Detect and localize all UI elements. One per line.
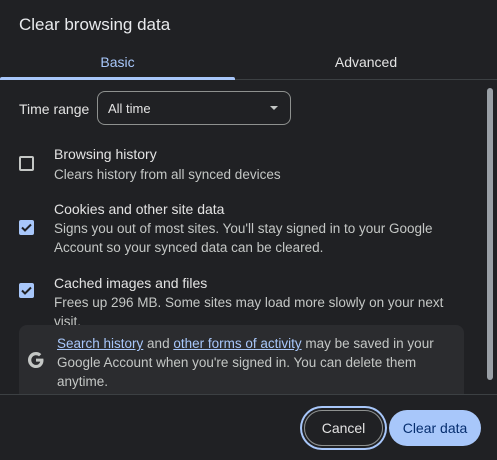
option-title: Browsing history xyxy=(54,146,157,162)
option-description: Signs you out of most sites. You'll stay… xyxy=(54,221,433,255)
tab-selected-indicator xyxy=(0,77,235,80)
info-and: and xyxy=(143,336,174,351)
checkmark-icon xyxy=(21,286,32,295)
cookies-checkbox[interactable] xyxy=(19,220,34,235)
tab-advanced[interactable]: Advanced xyxy=(235,44,497,80)
option-title: Cookies and other site data xyxy=(54,201,225,217)
time-range-select[interactable]: All time xyxy=(97,91,291,125)
dialog-footer: Cancel Clear data xyxy=(0,394,497,460)
clear-data-button[interactable]: Clear data xyxy=(389,410,481,446)
google-g-icon xyxy=(28,352,44,368)
dialog-title: Clear browsing data xyxy=(19,15,171,34)
tab-bar: Basic Advanced xyxy=(0,44,497,80)
tab-basic[interactable]: Basic xyxy=(0,44,235,80)
time-range-label: Time range xyxy=(19,101,90,117)
dialog-content: Time range All time Browsing history Cle… xyxy=(0,81,484,394)
info-text: Search history and other forms of activi… xyxy=(57,334,457,391)
scrollbar-thumb[interactable] xyxy=(487,88,493,380)
time-range-value: All time xyxy=(108,100,151,116)
caret-down-icon xyxy=(270,106,278,110)
info-box: Search history and other forms of activi… xyxy=(19,325,464,394)
cached-images-checkbox[interactable] xyxy=(19,283,34,298)
other-activity-link[interactable]: other forms of activity xyxy=(173,336,301,351)
clear-browsing-data-dialog: Clear browsing data Basic Advanced Time … xyxy=(0,0,497,460)
search-history-link[interactable]: Search history xyxy=(57,336,143,351)
option-title: Cached images and files xyxy=(54,275,208,291)
cancel-button[interactable]: Cancel xyxy=(304,410,383,446)
checkmark-icon xyxy=(21,223,32,232)
browsing-history-checkbox[interactable] xyxy=(19,156,34,171)
option-description: Clears history from all synced devices xyxy=(54,167,281,182)
